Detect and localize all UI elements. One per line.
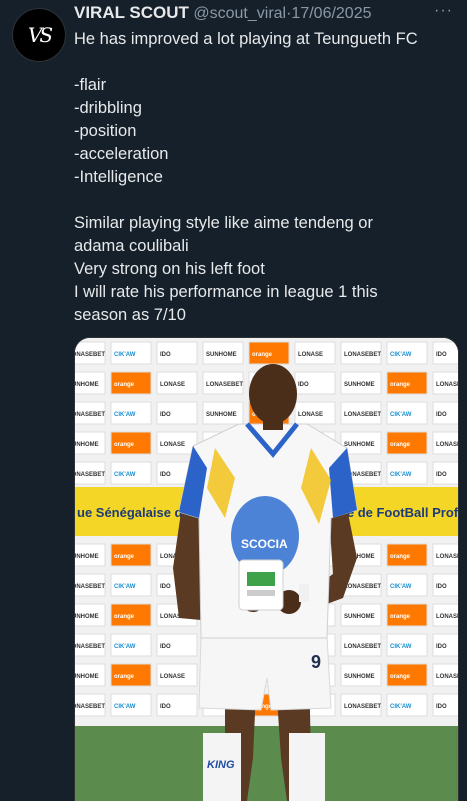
sponsor-logo-text: orange [390, 442, 411, 448]
sponsor-logo-text: IDO [160, 644, 171, 650]
sponsor-logo-text: CIK'AW [390, 644, 412, 650]
sponsor-logo-text: LONASEBET [75, 644, 105, 650]
tweet-line: -Intelligence [74, 168, 163, 186]
sponsor-logo-text: IDO [436, 584, 447, 590]
sponsor-logo-text: IDO [436, 704, 447, 710]
sponsor-logo-text: LONASE [436, 442, 458, 448]
sponsor-logo-text: SUNHOME [344, 674, 375, 680]
tweet-photo[interactable]: LONASEBET CIK'AW IDO SUNHOME orange LONASE LON… [74, 337, 459, 801]
sponsor-logo-text: SUNHOME [75, 554, 99, 560]
sponsor-logo-text: SUNHOME [75, 442, 99, 448]
sponsor-logo-text: orange [390, 614, 411, 620]
tweet-line: Similar playing style like aime tendeng … [74, 214, 373, 232]
sponsor-logo-text: LONASEBET [75, 584, 105, 590]
sponsor-logo-text: orange [114, 674, 135, 680]
shorts-number: 9 [311, 652, 321, 672]
sponsor-logo-text: LONASEBET [344, 644, 381, 650]
tweet-line: I will rate his performance in league 1 … [74, 283, 378, 301]
sponsor-logo-text: orange [390, 674, 411, 680]
sponsor-logo-text: orange [114, 442, 135, 448]
trophy-text: SCOCIA [241, 537, 288, 551]
tweet-line: He has improved a lot playing at Teungue… [74, 30, 418, 48]
sponsor-logo-text: IDO [160, 412, 171, 418]
sponsor-logo-text: IDO [160, 704, 171, 710]
sponsor-logo-text: IDO [160, 584, 171, 590]
sponsor-logo-text: LONASEBET [75, 352, 105, 358]
sponsor-logo-text: LONASEBET [344, 412, 381, 418]
sponsor-logo-text: LONASEBET [344, 584, 381, 590]
display-name[interactable]: VIRAL SCOUT [74, 3, 189, 22]
sponsor-logo-text: LONASE [160, 382, 185, 388]
sponsor-logo-text: SUNHOME [75, 674, 99, 680]
sponsor-logo-text: CIK'AW [390, 472, 412, 478]
sponsor-logo-text: SUNHOME [344, 614, 375, 620]
avatar[interactable]: VS [12, 8, 66, 62]
grass [75, 726, 458, 801]
sponsor-logo-text: IDO [436, 644, 447, 650]
sponsor-logo-text: IDO [160, 472, 171, 478]
sponsor-logo-text: LONASE [298, 352, 323, 358]
sponsor-logo-text: IDO [436, 472, 447, 478]
tweet-header: VIRAL SCOUT @scout_viral·17/06/2025 [74, 3, 455, 25]
sponsor-logo-text: SUNHOME [344, 382, 375, 388]
tweet-line: season as 7/10 [74, 306, 186, 324]
sponsor-logo-text: CIK'AW [114, 472, 136, 478]
sponsor-logo-text: SUNHOME [206, 352, 237, 358]
sponsor-logo-text: LONASE [298, 412, 323, 418]
tweet-line: -position [74, 122, 137, 140]
sponsor-logo-text: orange [390, 382, 411, 388]
sponsor-logo-text: LONASEBET [344, 352, 381, 358]
sponsor-logo-text: SUNHOME [344, 442, 375, 448]
sponsor-logo-text: LONASE [436, 614, 458, 620]
sponsor-logo-text: IDO [436, 412, 447, 418]
sponsor-logo-text: orange [114, 554, 135, 560]
sponsor-logo-text: LONASE [160, 674, 185, 680]
tweet-line: adama coulibali [74, 237, 189, 255]
tweet-line: -flair [74, 76, 107, 94]
sponsor-logo-text: SUNHOME [206, 412, 237, 418]
sponsor-logo-text: LONASEBET [206, 382, 243, 388]
sponsor-logo-text: CIK'AW [390, 704, 412, 710]
user-handle[interactable]: @scout_viral [193, 5, 286, 22]
sponsor-logo-text: LONASEBET [75, 412, 105, 418]
sponsor-logo-text: LONASE [436, 554, 458, 560]
sponsor-logo-text: orange [390, 554, 411, 560]
sponsor-logo-text: LONASEBET [344, 704, 381, 710]
sponsor-logo-text: LONASEBET [75, 472, 105, 478]
sponsor-logo-text: CIK'AW [390, 584, 412, 590]
sponsor-logo-text: CIK'AW [114, 412, 136, 418]
sponsor-logo-text: CIK'AW [114, 352, 136, 358]
sponsor-logo-text: LONASE [436, 382, 458, 388]
tweet-line: -dribbling [74, 99, 142, 117]
sponsor-logo-text: orange [252, 352, 273, 358]
tweet-line: Very strong on his left foot [74, 260, 265, 278]
tweet-date[interactable]: 17/06/2025 [291, 5, 371, 22]
sponsor-logo-text: SUNHOME [75, 614, 99, 620]
sponsor-logo-text: IDO [160, 352, 171, 358]
sponsor-logo-text: orange [114, 614, 135, 620]
sponsor-logo-text: CIK'AW [390, 412, 412, 418]
tweet-text: He has improved a lot playing at Teungue… [74, 28, 459, 327]
sponsor-logo-text: CIK'AW [390, 352, 412, 358]
sponsor-logo-text: SUNHOME [75, 382, 99, 388]
sponsor-logo-text: LONASE [436, 674, 458, 680]
sponsor-logo-text: LONASE [160, 442, 185, 448]
sock-brand: KING [207, 759, 235, 771]
sponsor-logo-text: orange [114, 382, 135, 388]
tweet-line: -acceleration [74, 145, 169, 163]
more-options-icon[interactable]: ··· [434, 2, 453, 20]
sponsor-logo-text: CIK'AW [114, 644, 136, 650]
sponsor-logo-text: LONASEBET [75, 704, 105, 710]
sponsor-logo-text: IDO [436, 352, 447, 358]
sponsor-logo-text: CIK'AW [114, 584, 136, 590]
sponsor-logo-text: IDO [298, 382, 309, 388]
sponsor-logo-text: CIK'AW [114, 704, 136, 710]
